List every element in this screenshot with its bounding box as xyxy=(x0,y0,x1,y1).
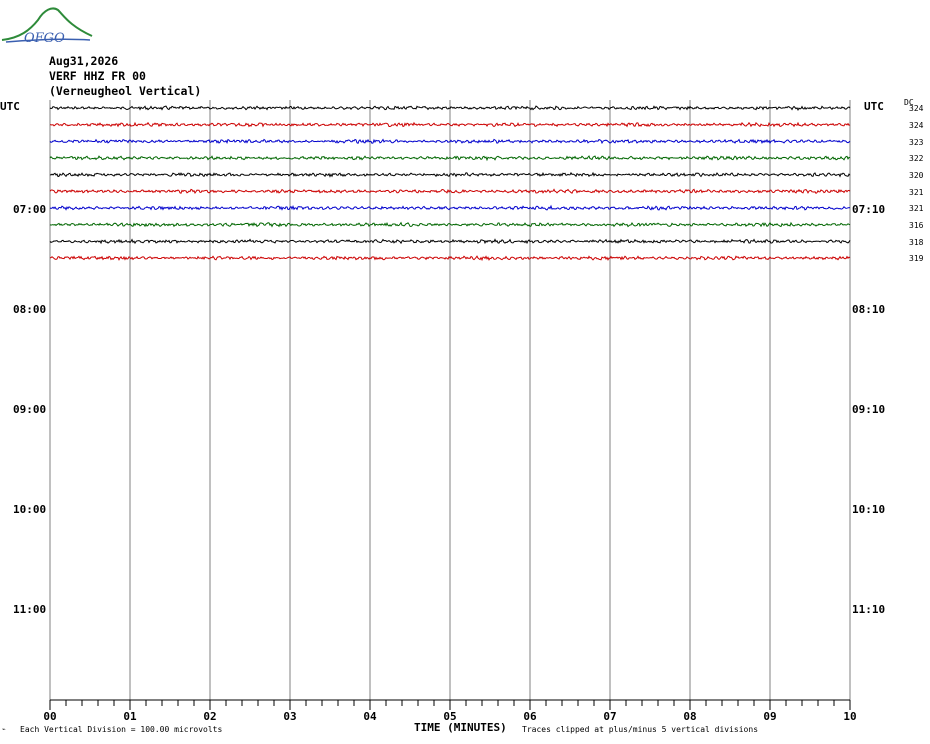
division-text: Each Vertical Division = 100.00 microvol… xyxy=(20,725,223,734)
footer-mark: ⌁ xyxy=(2,726,6,733)
x-tick-label: 06 xyxy=(523,710,537,723)
x-tick-label: 04 xyxy=(363,710,377,723)
x-tick-label: 07 xyxy=(603,710,616,723)
x-tick-label: 02 xyxy=(203,710,216,723)
x-tick-label: 00 xyxy=(43,710,56,723)
x-tick-label: 03 xyxy=(283,710,296,723)
x-tick-label: 08 xyxy=(683,710,696,723)
x-tick-label: 01 xyxy=(123,710,137,723)
seismogram-plot: 00 01 02 03 04 05 06 07 08 09 10 xyxy=(43,100,857,723)
x-tick-label: 10 xyxy=(843,710,856,723)
x-axis-title: TIME (MINUTES) xyxy=(414,721,507,734)
clip-text: Traces clipped at plus/minus 5 vertical … xyxy=(522,725,759,734)
x-axis-ticks xyxy=(49,700,851,710)
x-tick-label: 09 xyxy=(763,710,776,723)
